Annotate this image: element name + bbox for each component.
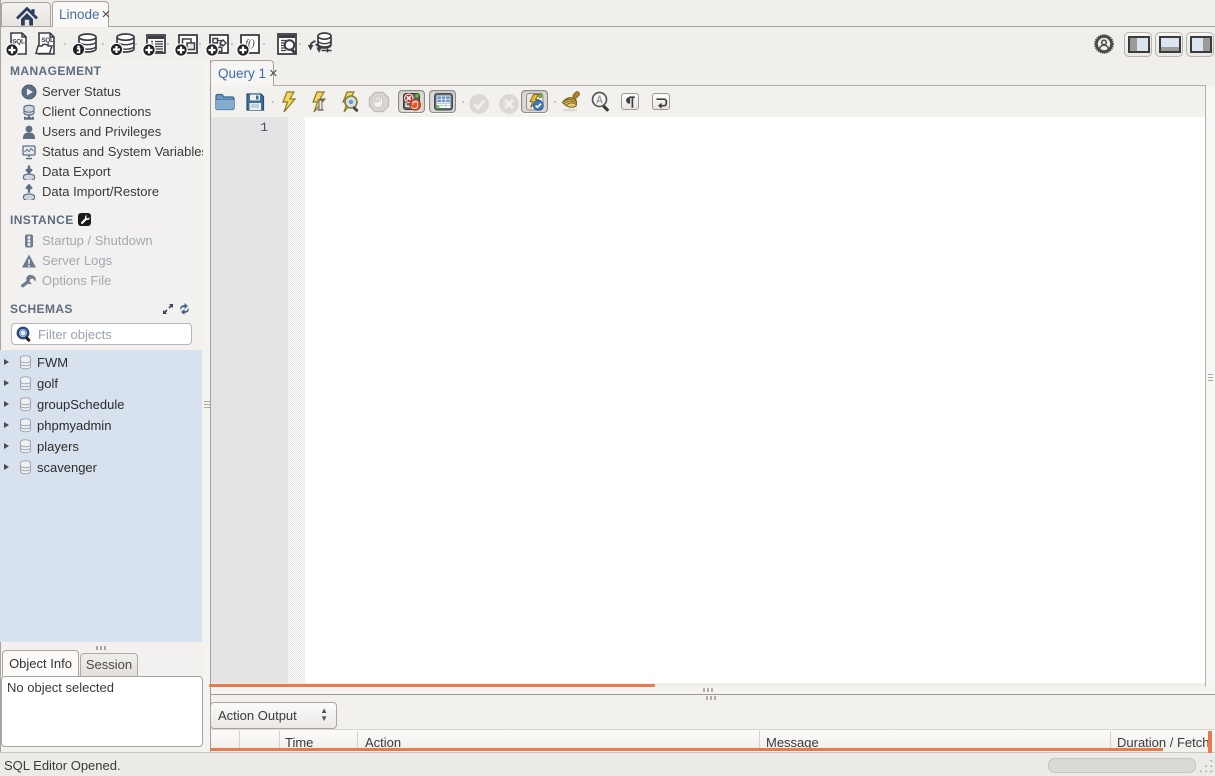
svg-text:SQL: SQL — [41, 37, 54, 44]
